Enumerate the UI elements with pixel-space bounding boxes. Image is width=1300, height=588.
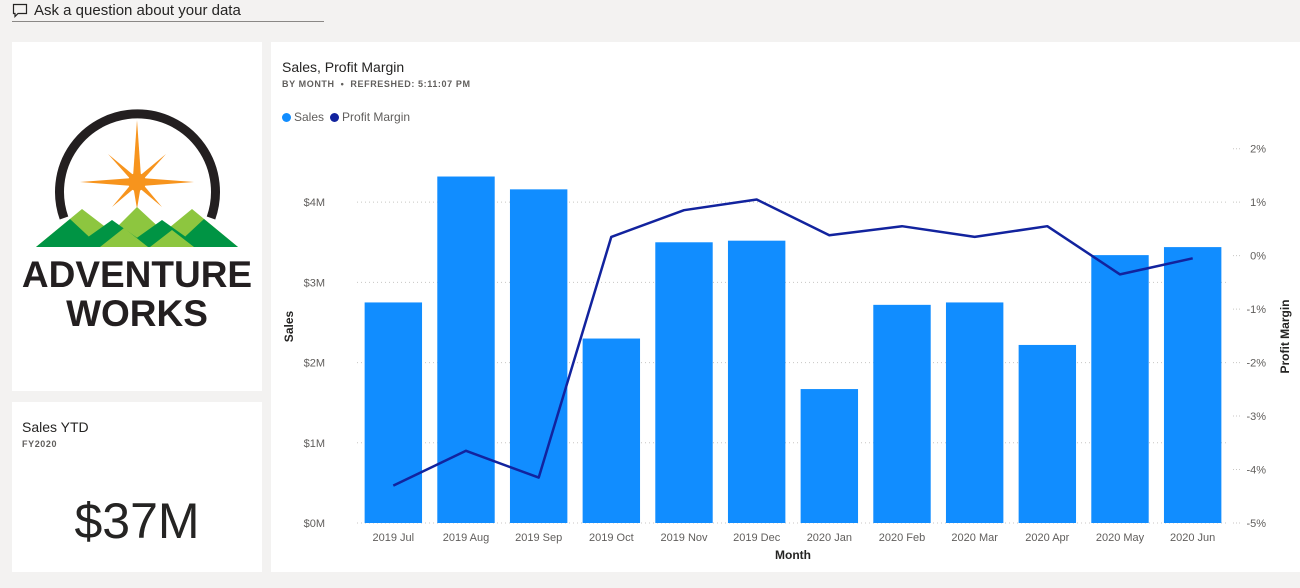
bar-sales-2020-jun[interactable]: [1163, 247, 1222, 523]
y-tick-label: $2M: [304, 358, 325, 370]
y2-tick-label: -3%: [1246, 411, 1266, 423]
bar-sales-2019-aug[interactable]: [437, 176, 495, 523]
kpi-title: Sales YTD: [22, 419, 89, 435]
bar-sales-2020-jan[interactable]: [800, 389, 859, 523]
adventure-works-logo: ADVENTURE WORKS: [22, 109, 252, 334]
y2-tick-label: 1%: [1250, 197, 1266, 209]
y2-tick-label: -2%: [1246, 358, 1266, 370]
sales-profit-chart-tile[interactable]: Sales, Profit Margin BY MONTH • REFRESHED:…: [271, 42, 1300, 572]
kpi-value: $37M: [74, 493, 200, 549]
bar-sales-2020-feb[interactable]: [873, 304, 931, 523]
y2-tick-label: 0%: [1250, 251, 1266, 263]
y-tick-label: $0M: [304, 518, 325, 530]
bar-sales-2019-jul[interactable]: [364, 302, 423, 523]
x-tick-label: 2020 Jan: [807, 532, 852, 544]
bar-sales-2020-may[interactable]: [1091, 255, 1149, 524]
speech-bubble-icon: [12, 3, 30, 19]
y-tick-label: $3M: [304, 277, 325, 289]
x-tick-label: 2020 May: [1096, 532, 1145, 544]
combo-chart: $0M $1M $2M $3M $4M -5% -4% -3% -2% -1% 0% 1% 2% 2019…: [282, 144, 1292, 562]
bar-sales-2019-nov[interactable]: [655, 242, 713, 524]
bar-sales-2019-oct[interactable]: [582, 338, 641, 523]
bar-sales-2020-mar[interactable]: [945, 302, 1004, 523]
x-axis-title: Month: [775, 548, 811, 562]
x-tick-label: 2019 Aug: [443, 532, 490, 544]
sales-ytd-card[interactable]: Sales YTD FY2020 $37M: [12, 402, 262, 572]
y2-tick-label: -4%: [1246, 465, 1266, 477]
kpi-subtitle: FY2020: [22, 439, 58, 449]
logo-text-line1: ADVENTURE: [22, 254, 252, 295]
x-tick-label: 2019 Jul: [373, 532, 415, 544]
qa-search-label: Ask a question about your data: [34, 2, 241, 19]
y2-tick-label: 2%: [1250, 144, 1266, 156]
logo-tile[interactable]: ADVENTURE WORKS: [12, 42, 262, 391]
qa-search-bar[interactable]: Ask a question about your data: [12, 0, 324, 22]
logo-text-line2: WORKS: [66, 293, 208, 334]
logo-star: [80, 120, 194, 209]
bar-sales-2020-apr[interactable]: [1018, 344, 1077, 523]
x-tick-label: 2019 Oct: [589, 532, 634, 544]
y-tick-label: $4M: [304, 197, 325, 209]
y2-tick-label: -1%: [1246, 304, 1266, 316]
x-tick-label: 2020 Mar: [951, 532, 998, 544]
y2-tick-label: -5%: [1246, 518, 1266, 530]
y2-axis-title: Profit Margin: [1278, 300, 1292, 374]
x-tick-label: 2019 Sep: [515, 532, 562, 544]
x-tick-label: 2020 Apr: [1025, 532, 1069, 544]
x-tick-label: 2020 Feb: [879, 532, 925, 544]
x-tick-label: 2019 Dec: [733, 532, 781, 544]
y-axis-title: Sales: [282, 310, 296, 342]
y-tick-label: $1M: [304, 438, 325, 450]
bar-sales-2019-dec[interactable]: [727, 240, 786, 523]
x-tick-label: 2019 Nov: [660, 532, 708, 544]
bar-sales-2019-sep[interactable]: [509, 189, 568, 523]
x-tick-label: 2020 Jun: [1170, 532, 1215, 544]
